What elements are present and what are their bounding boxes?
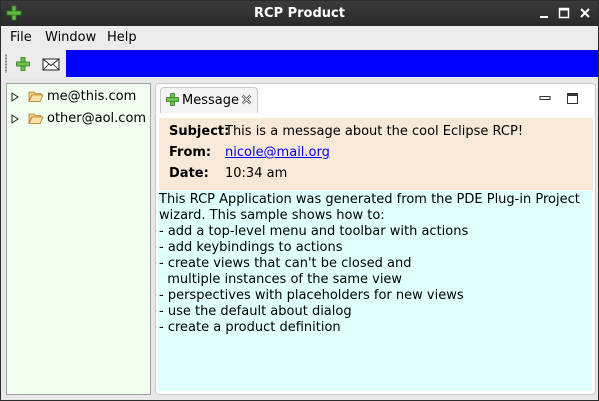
- tree-item-label: other@aol.com: [47, 111, 147, 126]
- subject-label: Subject:: [169, 124, 230, 139]
- expand-triangle-icon[interactable]: [11, 113, 19, 128]
- menu-bar: File Window Help: [1, 26, 598, 50]
- maximize-icon[interactable]: [556, 5, 572, 21]
- body-line: This RCP Application was generated from …: [159, 192, 580, 207]
- tree-item-me[interactable]: me@this.com: [7, 86, 150, 106]
- toolbar: [1, 50, 598, 77]
- body-line: wizard. This sample shows how to:: [159, 208, 385, 223]
- plus-icon: [166, 93, 179, 110]
- menu-window[interactable]: Window: [45, 30, 96, 45]
- close-tab-icon[interactable]: [241, 94, 252, 109]
- date-value: 10:34 am: [225, 166, 288, 181]
- from-label: From:: [169, 145, 212, 160]
- menu-help[interactable]: Help: [107, 30, 137, 45]
- tree-item-other[interactable]: other@aol.com: [7, 108, 150, 128]
- message-view: Message Subject: This is a message about…: [155, 83, 596, 395]
- close-window-icon[interactable]: [577, 5, 593, 21]
- window-title: RCP Product: [254, 6, 345, 21]
- body-line: - create a product definition: [159, 320, 341, 335]
- envelope-icon: [42, 58, 60, 71]
- message-header: Subject: This is a message about the coo…: [159, 118, 593, 190]
- message-body[interactable]: This RCP Application was generated from …: [158, 191, 592, 391]
- tree-item-label: me@this.com: [47, 89, 137, 104]
- toolbar-add-button[interactable]: [12, 53, 34, 75]
- menu-file[interactable]: File: [10, 30, 32, 45]
- tab-label: Message: [182, 93, 239, 108]
- toolbar-grip[interactable]: [5, 54, 7, 73]
- body-line: multiple instances of the same view: [159, 272, 403, 287]
- date-label: Date:: [169, 166, 209, 181]
- subject-value: This is a message about the cool Eclipse…: [225, 124, 524, 139]
- application-window: RCP Product File Window Help me@this.com…: [0, 0, 599, 401]
- folder-icon: [28, 112, 44, 129]
- plus-icon: [16, 57, 30, 71]
- toolbar-message-button[interactable]: [39, 53, 61, 75]
- tab-message[interactable]: Message: [160, 87, 258, 113]
- expand-triangle-icon[interactable]: [11, 91, 19, 106]
- navigation-view: me@this.com other@aol.com: [6, 83, 151, 395]
- folder-icon: [28, 90, 44, 107]
- minimize-view-icon[interactable]: [538, 91, 552, 105]
- title-bar[interactable]: RCP Product: [1, 1, 598, 26]
- body-line: - add keybindings to actions: [159, 240, 343, 255]
- body-line: - add a top-level menu and toolbar with …: [159, 224, 469, 239]
- body-line: - perspectives with placeholders for new…: [159, 288, 464, 303]
- body-line: - create views that can't be closed and: [159, 256, 412, 271]
- maximize-view-icon[interactable]: [566, 91, 580, 105]
- toolbar-blue-strip: [66, 50, 598, 77]
- body-line: - use the default about dialog: [159, 304, 352, 319]
- minimize-icon[interactable]: [536, 5, 552, 21]
- from-email-link[interactable]: nicole@mail.org: [225, 145, 330, 160]
